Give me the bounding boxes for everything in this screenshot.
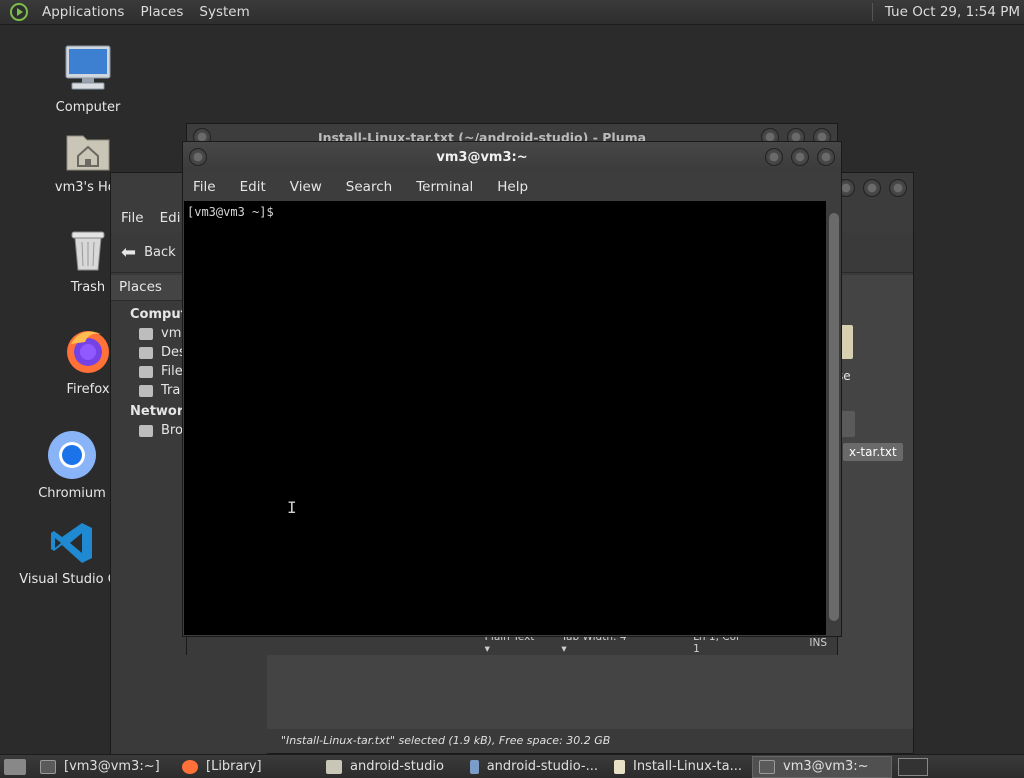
folder-icon	[326, 759, 342, 774]
computer-icon	[65, 45, 111, 90]
sidebar-item-label: Tra	[161, 383, 181, 398]
terminal-window[interactable]: vm3@vm3:~ File Edit View Search Terminal…	[182, 141, 842, 637]
file-manager-statusbar: "Install-Linux-tar.txt" selected (1.9 kB…	[267, 729, 913, 753]
show-desktop-icon[interactable]	[4, 758, 26, 775]
trash-icon	[139, 384, 153, 397]
insert-mode: INS	[809, 637, 827, 649]
terminal-icon	[40, 759, 56, 774]
close-button[interactable]	[889, 179, 907, 197]
taskbar-item-terminal-active[interactable]: vm3@vm3:~	[752, 755, 892, 778]
menu-file[interactable]: File	[193, 179, 216, 195]
home-icon	[139, 327, 153, 340]
terminal-menubar: File Edit View Search Terminal Help	[183, 172, 841, 201]
selected-file-label[interactable]: x-tar.txt	[843, 443, 903, 461]
installer-icon	[470, 759, 479, 774]
firefox-icon	[182, 759, 198, 774]
menu-file[interactable]: File	[121, 210, 144, 226]
drive-icon	[139, 365, 153, 378]
maximize-button[interactable]	[863, 179, 881, 197]
menu-edit[interactable]: Edit	[240, 179, 266, 195]
home-folder-icon	[66, 135, 110, 171]
mouse-ibeam-cursor: I	[287, 498, 297, 517]
panel-separator	[871, 3, 873, 21]
close-button[interactable]	[817, 148, 835, 166]
firefox-icon	[67, 331, 109, 373]
taskbar-item-label: [vm3@vm3:~]	[64, 759, 160, 774]
taskbar-item-text-editor[interactable]: Install-Linux-ta...	[608, 756, 748, 778]
back-button[interactable]: Back	[144, 245, 176, 260]
clock[interactable]: Tue Oct 29, 1:54 PM	[885, 4, 1020, 20]
terminal-icon	[759, 759, 775, 774]
top-panel: Applications Places System Tue Oct 29, 1…	[0, 0, 1024, 25]
taskbar-item-terminal-1[interactable]: [vm3@vm3:~]	[34, 756, 172, 778]
menu-view[interactable]: View	[290, 179, 322, 195]
taskbar-item-android-studio-installer[interactable]: android-studio-...	[464, 756, 604, 778]
window-menu-button[interactable]	[189, 148, 207, 166]
menu-applications[interactable]: Applications	[34, 4, 132, 20]
menu-edit[interactable]: Edi	[160, 210, 181, 226]
taskbar-item-label: Install-Linux-ta...	[632, 759, 742, 774]
terminal-titlebar[interactable]: vm3@vm3:~	[183, 142, 841, 172]
taskbar-item-label: android-studio	[350, 759, 444, 774]
menu-help[interactable]: Help	[497, 179, 528, 195]
menu-places[interactable]: Places	[132, 4, 191, 20]
menu-search[interactable]: Search	[346, 179, 392, 195]
network-icon	[139, 424, 153, 437]
terminal-screen[interactable]: [vm3@vm3 ~]$ I	[184, 201, 826, 635]
desktop-icon-computer[interactable]: Computer	[33, 44, 143, 115]
taskbar-item-firefox[interactable]: [Library]	[176, 756, 316, 778]
sidebar-item-label: Bro	[161, 423, 183, 438]
desktop-folder-icon	[139, 346, 153, 359]
desktop-icon-label: Computer	[55, 100, 121, 115]
terminal-scrollbar[interactable]	[827, 201, 841, 635]
taskbar-item-android-studio-folder[interactable]: android-studio	[320, 756, 460, 778]
back-arrow-icon: ⬅	[121, 242, 137, 263]
trash-icon	[71, 231, 105, 271]
maximize-button[interactable]	[791, 148, 809, 166]
minimize-button[interactable]	[765, 148, 783, 166]
mate-logo-icon[interactable]	[10, 3, 28, 21]
scrollbar-thumb[interactable]	[829, 213, 839, 621]
menu-system[interactable]: System	[191, 4, 257, 20]
chromium-icon	[48, 431, 96, 479]
bottom-panel: [vm3@vm3:~] [Library] android-studio and…	[0, 754, 1024, 778]
vscode-icon	[51, 523, 92, 563]
taskbar-item-label: android-studio-...	[486, 759, 598, 774]
workspace-switcher[interactable]	[898, 758, 928, 776]
terminal-title: vm3@vm3:~	[436, 149, 528, 165]
text-editor-icon	[614, 759, 625, 774]
terminal-prompt: [vm3@vm3 ~]$	[187, 205, 274, 219]
sidebar-item-label: File	[161, 364, 183, 379]
menu-terminal[interactable]: Terminal	[416, 179, 473, 195]
taskbar-item-label: [Library]	[206, 759, 262, 774]
taskbar-item-label: vm3@vm3:~	[783, 759, 869, 774]
